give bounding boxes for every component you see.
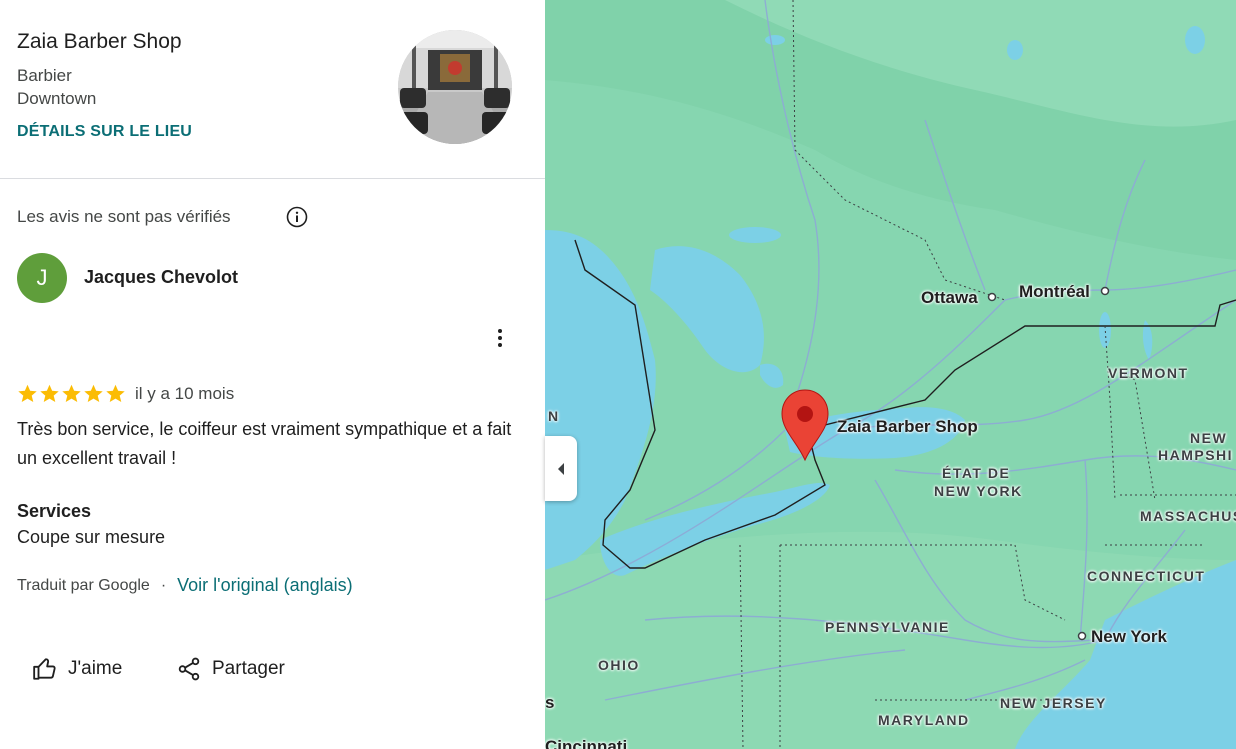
reviewer-avatar[interactable]: J <box>17 253 67 303</box>
reviewer-name[interactable]: Jacques Chevolot <box>84 267 238 288</box>
map-label-montreal[interactable]: Montréal <box>1019 282 1090 302</box>
place-title: Zaia Barber Shop <box>17 30 182 53</box>
map-label-maryland: MARYLAND <box>878 712 970 728</box>
place-photo[interactable] <box>398 30 512 144</box>
map-label-ottawa[interactable]: Ottawa <box>921 288 978 308</box>
place-category: Barbier <box>17 66 72 85</box>
map-label-massachusetts: MASSACHUS <box>1140 508 1236 524</box>
services-heading: Services <box>17 501 92 521</box>
map-label-cut-n: N <box>548 408 560 424</box>
map-label-new-jersey: NEW JERSEY <box>1000 695 1107 711</box>
like-label: J'aime <box>68 658 123 679</box>
star-icon <box>40 384 59 402</box>
review-date: il y a 10 mois <box>135 384 235 403</box>
share-button[interactable]: Partager <box>176 656 285 682</box>
translated-by-label: Traduit par Google <box>17 576 150 594</box>
collapse-panel-button[interactable] <box>545 436 577 501</box>
map-label-ohio: OHIO <box>598 657 640 673</box>
more-options-icon[interactable] <box>489 327 511 349</box>
see-original-link[interactable]: Voir l'original (anglais) <box>177 575 353 596</box>
like-button[interactable]: J'aime <box>32 656 122 682</box>
star-icon <box>62 384 81 402</box>
star-icon <box>106 384 125 402</box>
map-label-ny-state-1: ÉTAT DE <box>942 465 1011 481</box>
map-label-pennsylvania: PENNSYLVANIE <box>825 619 950 635</box>
map-label-connecticut: CONNECTICUT <box>1087 568 1206 584</box>
map-label-vermont: VERMONT <box>1108 365 1189 381</box>
map-canvas[interactable]: Ottawa Montréal VERMONT NEW HAMPSHI Zaia… <box>545 0 1236 749</box>
review-text: Très bon service, le coiffeur est vraime… <box>17 419 512 468</box>
place-area: Downtown <box>17 89 97 108</box>
separator-dot: · <box>160 576 167 594</box>
star-icon <box>84 384 103 402</box>
reviews-unverified-notice: Les avis ne sont pas vérifiés <box>17 207 231 226</box>
map-label-cut-s: s <box>545 693 555 712</box>
place-panel: Zaia Barber Shop Barbier Downtown DÉTAIL… <box>0 0 545 749</box>
services-value: Coupe sur mesure <box>17 527 166 547</box>
star-icon <box>18 384 37 402</box>
map-label-new-hampshire-2: HAMPSHI <box>1158 447 1234 463</box>
translation-row: Traduit par Google · Voir l'original (an… <box>17 575 353 596</box>
info-icon[interactable] <box>286 206 308 228</box>
map-label-cincinnati[interactable]: Cincinnati <box>545 737 627 749</box>
map-label-pin[interactable]: Zaia Barber Shop <box>837 417 978 437</box>
chevron-left-icon <box>558 462 564 475</box>
map-label-new-hampshire-1: NEW <box>1190 430 1228 446</box>
thumb-up-icon <box>33 658 56 680</box>
rating-stars <box>17 383 126 404</box>
map-label-ny-state-2: NEW YORK <box>934 483 1023 499</box>
share-icon <box>178 657 200 681</box>
section-divider <box>0 178 545 179</box>
map-label-new-york[interactable]: New York <box>1091 627 1167 647</box>
place-details-link[interactable]: DÉTAILS SUR LE LIEU <box>17 123 192 141</box>
share-label: Partager <box>212 658 285 679</box>
